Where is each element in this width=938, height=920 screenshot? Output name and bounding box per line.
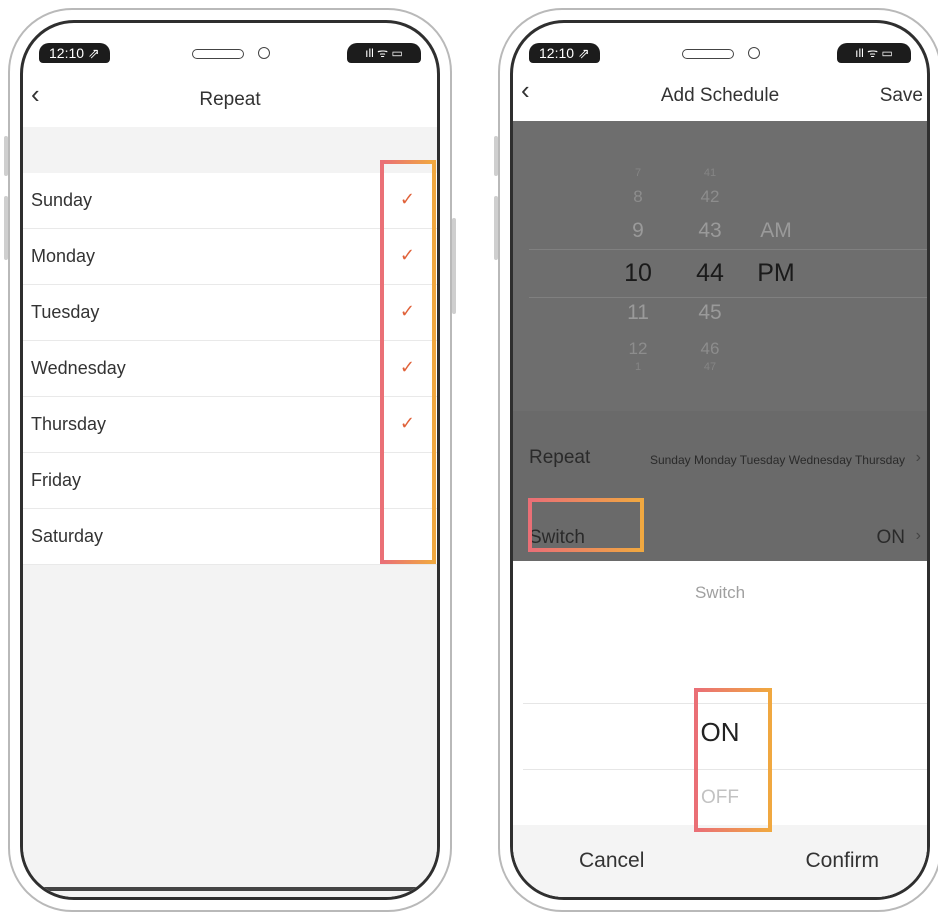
chevron-right-icon: › (915, 449, 921, 466)
day-row-monday[interactable]: Monday ✓ (23, 229, 437, 285)
checkmark-icon: ✓ (399, 413, 415, 433)
home-indicator (35, 887, 425, 891)
picker-hour: 12 (628, 339, 648, 358)
picker-hour: 7 (634, 167, 642, 179)
day-label: Thursday (31, 414, 107, 434)
day-list: Sunday ✓ Monday ✓ Tuesday ✓ Wednesday ✓ … (23, 173, 437, 565)
switch-value: ON (876, 527, 906, 548)
signal-wifi-battery-icon: ıll ᯤ ▭ (347, 43, 421, 63)
picker-minute: 45 (698, 301, 722, 324)
day-label: Sunday (31, 190, 93, 210)
repeat-row[interactable]: Repeat Sunday Monday Tuesday Wednesday T… (513, 427, 927, 489)
volume-button (4, 196, 8, 260)
day-label: Wednesday (31, 358, 126, 378)
phone-frame-right: 12:10 ⇗ ıll ᯤ ▭ ‹ Add Schedule Save 7 8 … (494, 8, 938, 912)
screen-left: 12:10 ⇗ ıll ᯤ ▭ ‹ Repeat Sunday ✓ Monday… (20, 20, 440, 900)
repeat-label: Repeat (529, 447, 591, 468)
checkmark-icon: ✓ (399, 357, 415, 377)
cancel-button[interactable]: Cancel (579, 849, 644, 873)
chevron-right-icon: › (915, 527, 921, 544)
confirm-button[interactable]: Confirm (805, 849, 879, 873)
empty-area (23, 565, 437, 897)
power-button (452, 218, 456, 314)
volume-button (494, 196, 498, 260)
day-row-thursday[interactable]: Thursday ✓ (23, 397, 437, 453)
picker-ampm-selected: PM (757, 259, 795, 287)
picker-divider (523, 769, 927, 770)
picker-hour: 1 (634, 361, 642, 373)
switch-picker-sheet: Switch ON OFF Cancel Confirm (513, 561, 927, 897)
screen-right: 12:10 ⇗ ıll ᯤ ▭ ‹ Add Schedule Save 7 8 … (510, 20, 930, 900)
day-row-friday[interactable]: Friday (23, 453, 437, 509)
volume-button (494, 136, 498, 176)
day-label: Saturday (31, 526, 104, 546)
status-time: 12:10 ⇗ (529, 43, 600, 63)
picker-divider (529, 297, 927, 298)
picker-hour-selected: 10 (624, 259, 652, 287)
nav-bar: ‹ Add Schedule Save (513, 75, 927, 121)
switch-row[interactable]: Switch ON › (513, 505, 927, 561)
day-row-tuesday[interactable]: Tuesday ✓ (23, 285, 437, 341)
status-time: 12:10 ⇗ (39, 43, 110, 63)
day-label: Monday (31, 246, 96, 266)
page-title: Add Schedule (660, 85, 780, 106)
phone-frame-left: 12:10 ⇗ ıll ᯤ ▭ ‹ Repeat Sunday ✓ Monday… (4, 8, 456, 912)
repeat-value: Sunday Monday Tuesday Wednesday Thursday (649, 453, 905, 467)
checkmark-icon: ✓ (399, 189, 415, 209)
day-row-sunday[interactable]: Sunday ✓ (23, 173, 437, 229)
picker-hour: 9 (632, 219, 644, 242)
picker-minute: 42 (700, 187, 720, 206)
save-button[interactable]: Save (880, 85, 923, 107)
sheet-footer: Cancel Confirm (513, 825, 927, 897)
picker-minute: 46 (700, 339, 720, 358)
page-title: Repeat (199, 89, 261, 110)
picker-divider (529, 249, 927, 250)
sheet-title: Switch (694, 583, 746, 602)
option-off[interactable]: OFF (513, 787, 927, 809)
option-on[interactable]: ON (513, 717, 927, 748)
day-label: Friday (31, 470, 82, 490)
time-picker[interactable]: 7 8 9 10 11 12 1 41 42 43 44 45 46 47 AM… (513, 121, 927, 411)
picker-divider (523, 703, 927, 704)
picker-hour: 11 (627, 301, 649, 324)
camera-icon (748, 47, 760, 59)
checkmark-icon: ✓ (399, 245, 415, 265)
picker-hour: 8 (633, 187, 643, 206)
checkmark-icon: ✓ (399, 301, 415, 321)
switch-label: Switch (529, 527, 585, 548)
day-row-wednesday[interactable]: Wednesday ✓ (23, 341, 437, 397)
camera-icon (258, 47, 270, 59)
signal-wifi-battery-icon: ıll ᯤ ▭ (837, 43, 911, 63)
picker-minute-selected: 44 (696, 259, 724, 287)
status-bar: 12:10 ⇗ ıll ᯤ ▭ (513, 23, 927, 63)
picker-ampm: AM (760, 219, 792, 242)
dimmed-background: 7 8 9 10 11 12 1 41 42 43 44 45 46 47 AM… (513, 121, 927, 561)
section-spacer (23, 127, 437, 173)
nav-bar: ‹ Repeat (23, 75, 437, 128)
picker-minute: 47 (703, 361, 717, 373)
status-bar: 12:10 ⇗ ıll ᯤ ▭ (23, 23, 437, 63)
picker-minute: 43 (698, 219, 722, 242)
speaker-icon (682, 49, 734, 59)
day-row-saturday[interactable]: Saturday (23, 509, 437, 565)
picker-minute: 41 (703, 167, 717, 179)
day-label: Tuesday (31, 302, 100, 322)
volume-button (4, 136, 8, 176)
speaker-icon (192, 49, 244, 59)
